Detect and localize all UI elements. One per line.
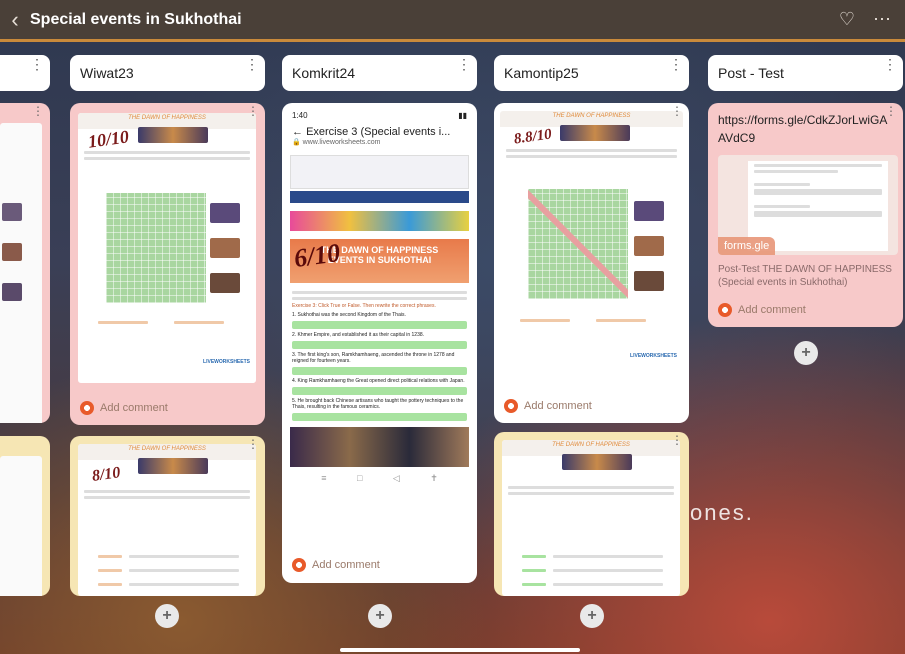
link-domain: forms.gle [718,237,776,255]
column-menu-icon[interactable]: ⋮ [245,57,259,71]
background-decoration: ones. [690,500,754,525]
worksheet-image: THE DAWN OF HAPPINESS [502,440,680,596]
phone-screenshot: 1:40 ▮▮ ← Exercise 3 (Special events i..… [286,109,473,549]
card-komkrit-screenshot[interactable]: 1:40 ▮▮ ← Exercise 3 (Special events i..… [282,103,477,583]
column-header-komkrit[interactable]: Komkrit24 ⋮ [282,55,477,91]
brand-label: LIVEWORKSHEETS [630,353,677,359]
partial-card-bottom[interactable] [0,436,50,596]
column-menu-icon[interactable]: ⋮ [457,57,471,71]
worksheet-image: THE DAWN OF HAPPINESS LIVEWORKSHEETS 10/… [78,113,256,383]
link-url[interactable]: https://forms.gle/CdkZJorLwiGAAVdC9 [718,111,888,147]
question-5: 5. He brought back Chinese artisans who … [292,398,464,410]
card-image [0,456,42,596]
column-header-partial[interactable]: ⋮ [0,55,50,91]
avatar [718,303,732,317]
score-annotation: 10/10 [86,126,131,152]
phone-time: 1:40 [292,111,308,120]
column-menu-icon[interactable]: ⋮ [883,57,897,71]
question-3: 3. The first king's son, Ramkhamhaeng, a… [292,352,455,364]
score-annotation: 8/10 [90,464,122,485]
card-image [0,123,42,423]
link-description: Post-Test THE DAWN OF HAPPINESS (Special… [718,264,892,288]
card-kamontip-worksheet[interactable]: ⋮ THE DAWN OF HAPPINESS LIVEWORKSHEETS 8… [494,103,689,423]
column-header-post-test[interactable]: Post - Test ⋮ [708,55,903,91]
question-1: 1. Sukhothai was the second Kingdom of t… [292,312,406,318]
add-post-button-kamontip[interactable]: + [580,604,604,628]
question-4: 4. King Ramkhamhaeng the Great opened di… [292,378,465,384]
add-comment-label: Add comment [738,304,806,316]
card-menu-icon[interactable]: ⋮ [671,434,683,446]
menu-icon: ≡ [321,473,327,483]
column-title: Post - Test [718,65,784,81]
add-comment-label: Add comment [312,559,380,571]
card-kamontip-worksheet-2[interactable]: ⋮ THE DAWN OF HAPPINESS [494,432,689,596]
score-annotation: 8.8/10 [513,126,553,148]
add-comment-button[interactable]: Add comment [80,401,168,415]
card-menu-icon[interactable]: ⋮ [247,438,259,450]
exercise-instruction: Exercise 3: Click True or False. Then re… [292,303,436,309]
add-comment-button[interactable]: Add comment [718,303,806,317]
link-preview: forms.gle [718,155,898,255]
avatar [504,399,518,413]
add-comment-button[interactable]: Add comment [292,558,380,572]
avatar [292,558,306,572]
card-menu-icon[interactable]: ⋮ [247,105,259,117]
add-post-button-komkrit[interactable]: + [368,604,392,628]
home-icon: □ [356,473,363,483]
add-comment-label: Add comment [100,402,168,414]
brand-label: LIVEWORKSHEETS [203,359,250,365]
column-menu-icon[interactable]: ⋮ [669,57,683,71]
add-post-button-post-test[interactable]: + [794,341,818,365]
heart-icon[interactable]: ♡ [839,9,855,30]
worksheet-image: THE DAWN OF HAPPINESS 8/10 [78,444,256,596]
more-icon[interactable]: ⋯ [873,9,891,30]
card-menu-icon[interactable]: ⋮ [671,105,683,117]
card-post-test-link[interactable]: ⋮ https://forms.gle/CdkZJorLwiGAAVdC9 fo… [708,103,903,327]
add-comment-label: Add comment [524,400,592,412]
card-menu-icon[interactable]: ⋮ [32,105,44,117]
avatar [80,401,94,415]
back-icon: ◁ [392,473,400,483]
pin-icon: ✝ [430,473,438,483]
phone-url: www.liveworksheets.com [302,139,381,146]
worksheet-image: THE DAWN OF HAPPINESS LIVEWORKSHEETS 8.8… [500,111,683,383]
card-wiwat-worksheet-2[interactable]: ⋮ THE DAWN OF HAPPINESS 8/10 [70,436,265,596]
phone-page-title: Exercise 3 (Special events i... [306,126,451,138]
column-title: Kamontip25 [504,65,579,81]
column-menu-icon[interactable]: ⋮ [30,57,44,71]
phone-browser-bar: ← Exercise 3 (Special events i... 🔒 www.… [286,123,473,153]
partial-card-top[interactable]: ⋮ [0,103,50,423]
add-comment-button[interactable]: Add comment [504,399,592,413]
column-header-wiwat[interactable]: Wiwat23 ⋮ [70,55,265,91]
chevron-left-icon[interactable]: ‹ [0,0,30,41]
lock-icon: 🔒 [292,139,301,146]
board-title: Special events in Sukhothai [30,10,242,28]
column-title: Komkrit24 [292,65,356,81]
score-annotation: 6/10 [292,237,342,274]
phone-status-bar: 1:40 ▮▮ [286,109,473,123]
column-title: Wiwat23 [80,65,134,81]
top-bar: ‹ Special events in Sukhothai ♡ ⋯ [0,0,905,42]
card-wiwat-worksheet[interactable]: ⋮ THE DAWN OF HAPPINESS LIVEWORKSHEETS 1… [70,103,265,425]
add-post-button-wiwat[interactable]: + [155,604,179,628]
card-menu-icon[interactable]: ⋮ [885,105,897,117]
home-indicator [340,648,580,652]
question-2: 2. Khmer Empire, and established it as t… [292,332,425,338]
arrow-left-icon: ← [292,126,307,138]
column-header-kamontip[interactable]: Kamontip25 ⋮ [494,55,689,91]
